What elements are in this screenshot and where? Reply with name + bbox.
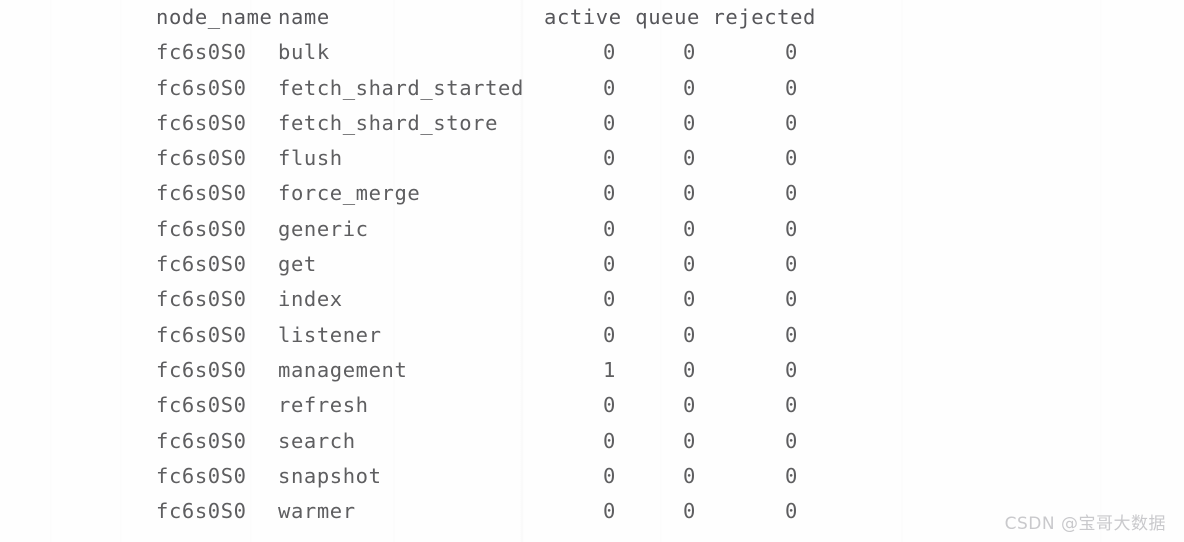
cell-rejected: 0 [785,216,798,241]
cell-name: get [278,252,317,277]
cell-name: index [278,287,343,312]
table-header-row: node_name name active queue rejected [0,0,1184,35]
cell-name: search [278,428,356,453]
column-header-node-name: node_name [156,5,273,29]
column-header-name: name [278,5,330,29]
cell-name: generic [278,216,369,241]
cell-active: 0 [603,146,616,171]
cell-active: 0 [603,40,616,65]
csdn-watermark: CSDN @宝哥大数据 [1004,514,1166,534]
cell-rejected: 0 [785,146,798,171]
cell-rejected: 0 [785,428,798,453]
cell-node-name: fc6s0S0 [156,146,247,171]
cell-active: 0 [603,499,616,524]
cell-active: 1 [603,357,616,382]
cell-name: listener [278,322,382,347]
cell-name: bulk [278,40,330,65]
cell-queue: 0 [683,40,696,65]
cell-node-name: fc6s0S0 [156,181,247,206]
terminal-screen: node_name name active queue rejected fc6… [0,0,1184,542]
cell-rejected: 0 [785,110,798,135]
thread-pool-table: node_name name active queue rejected fc6… [0,0,1184,529]
cell-name: force_merge [278,181,421,206]
cell-queue: 0 [683,181,696,206]
table-row: fc6s0S0 management 1 0 0 [0,353,1184,388]
cell-queue: 0 [683,322,696,347]
cell-rejected: 0 [785,357,798,382]
cell-node-name: fc6s0S0 [156,322,247,347]
cell-rejected: 0 [785,322,798,347]
column-header-active: active [544,5,622,29]
cell-queue: 0 [683,252,696,277]
table-row: fc6s0S0 snapshot 0 0 0 [0,459,1184,494]
cell-rejected: 0 [785,393,798,418]
cell-active: 0 [603,110,616,135]
table-row: fc6s0S0 search 0 0 0 [0,424,1184,459]
cell-queue: 0 [683,146,696,171]
cell-active: 0 [603,287,616,312]
cell-rejected: 0 [785,40,798,65]
cell-rejected: 0 [785,463,798,488]
cell-node-name: fc6s0S0 [156,428,247,453]
cell-name: warmer [278,499,356,524]
cell-queue: 0 [683,463,696,488]
cell-rejected: 0 [785,181,798,206]
cell-queue: 0 [683,428,696,453]
cell-node-name: fc6s0S0 [156,393,247,418]
cell-name: fetch_shard_started [278,75,524,100]
cell-node-name: fc6s0S0 [156,75,247,100]
cell-name: flush [278,146,343,171]
cell-node-name: fc6s0S0 [156,499,247,524]
cell-queue: 0 [683,499,696,524]
cell-queue: 0 [683,75,696,100]
table-row: fc6s0S0 refresh 0 0 0 [0,388,1184,423]
cell-rejected: 0 [785,252,798,277]
column-header-queue: queue [635,5,700,29]
table-row: fc6s0S0 fetch_shard_started 0 0 0 [0,71,1184,106]
table-row: fc6s0S0 bulk 0 0 0 [0,35,1184,70]
cell-active: 0 [603,428,616,453]
cell-active: 0 [603,75,616,100]
cell-active: 0 [603,463,616,488]
cell-active: 0 [603,393,616,418]
cell-node-name: fc6s0S0 [156,216,247,241]
column-header-rejected: rejected [712,5,816,29]
table-row: fc6s0S0 fetch_shard_store 0 0 0 [0,106,1184,141]
table-row: fc6s0S0 listener 0 0 0 [0,318,1184,353]
cell-node-name: fc6s0S0 [156,287,247,312]
table-row: fc6s0S0 index 0 0 0 [0,282,1184,317]
cell-queue: 0 [683,110,696,135]
cell-rejected: 0 [785,75,798,100]
cell-node-name: fc6s0S0 [156,463,247,488]
table-row: fc6s0S0 force_merge 0 0 0 [0,176,1184,211]
cell-queue: 0 [683,393,696,418]
cell-name: management [278,357,408,382]
cell-name: refresh [278,393,369,418]
cell-node-name: fc6s0S0 [156,110,247,135]
cell-active: 0 [603,322,616,347]
table-row: fc6s0S0 generic 0 0 0 [0,212,1184,247]
cell-node-name: fc6s0S0 [156,252,247,277]
cell-name: snapshot [278,463,382,488]
cell-rejected: 0 [785,499,798,524]
cell-rejected: 0 [785,287,798,312]
cell-active: 0 [603,252,616,277]
table-row: fc6s0S0 get 0 0 0 [0,247,1184,282]
cell-queue: 0 [683,287,696,312]
cell-node-name: fc6s0S0 [156,40,247,65]
cell-active: 0 [603,216,616,241]
cell-name: fetch_shard_store [278,110,499,135]
cell-active: 0 [603,181,616,206]
table-row: fc6s0S0 flush 0 0 0 [0,141,1184,176]
cell-node-name: fc6s0S0 [156,357,247,382]
cell-queue: 0 [683,216,696,241]
cell-queue: 0 [683,357,696,382]
